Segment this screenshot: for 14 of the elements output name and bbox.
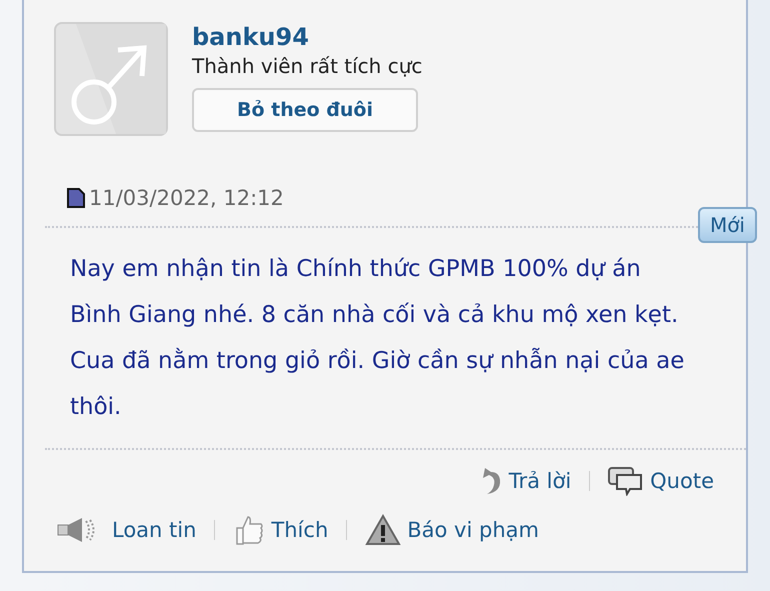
post-message: Nay em nhận tin là Chính thức GPMB 100% dự án Bình Giang nhé. 8 căn nhà cối và cả khu mộ xen kẹt. Cua đã nằm trong giỏ rồi. Giờ cần sự nhẫn nại của ae thôi. [70, 255, 686, 422]
new-badge: Mới [698, 207, 757, 243]
quote-link[interactable]: Quote [608, 466, 714, 496]
report-link[interactable]: Báo vi phạm [365, 514, 539, 546]
post-date: 11/03/2022, 12:12 [89, 186, 284, 210]
user-rank: Thành viên rất tích cực [192, 53, 422, 80]
username[interactable]: banku94 [192, 22, 309, 52]
like-link[interactable]: Thích [233, 514, 328, 546]
reply-link[interactable]: Trả lời [478, 466, 572, 496]
speech-bubbles-icon [608, 466, 644, 496]
unfollow-button[interactable]: Bỏ theo đuôi [192, 88, 418, 132]
share-link[interactable]: Loan tin [56, 516, 196, 544]
warning-icon [365, 514, 402, 546]
document-icon [67, 188, 85, 208]
